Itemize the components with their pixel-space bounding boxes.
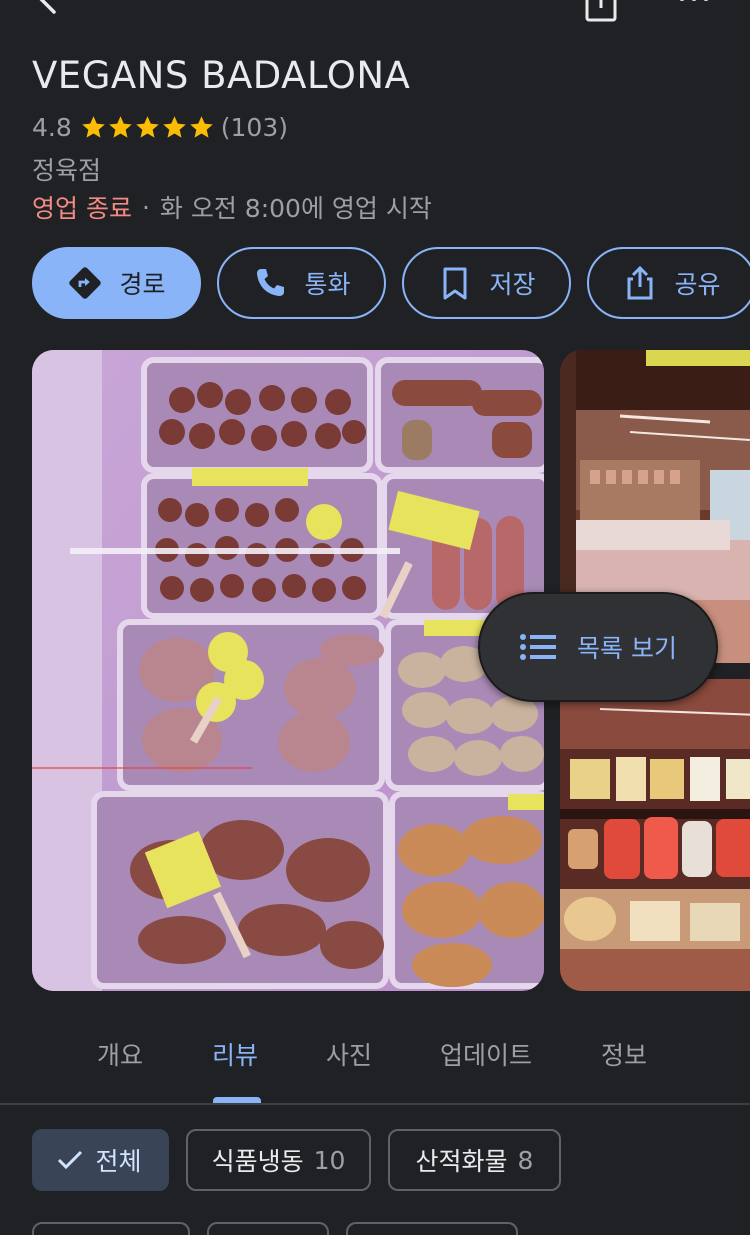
tab-bar: 개요 리뷰 사진 업데이트 정보 bbox=[0, 1030, 750, 1104]
tab-overview[interactable]: 개요 bbox=[97, 1036, 143, 1072]
share-label: 공유 bbox=[674, 270, 721, 299]
tab-reviews[interactable]: 리뷰 bbox=[212, 1036, 258, 1072]
status-closed: 영업 종료 bbox=[32, 194, 132, 223]
directions-icon bbox=[69, 267, 102, 299]
separator-dot: · bbox=[141, 192, 150, 222]
directions-label: 경로 bbox=[119, 270, 166, 299]
filter-chip-all[interactable]: 전체 bbox=[32, 1129, 169, 1191]
filter-chip-count: 10 bbox=[313, 1145, 346, 1175]
star-icon bbox=[82, 116, 105, 138]
tab-photos[interactable]: 사진 bbox=[326, 1036, 372, 1072]
place-title: VEGANS BADALONA bbox=[32, 54, 411, 97]
star-rating bbox=[80, 114, 215, 141]
share-icon bbox=[627, 265, 653, 300]
star-icon bbox=[190, 116, 213, 138]
tab-updates[interactable]: 업데이트 bbox=[440, 1036, 532, 1072]
review-filter-chips: 전체 식품냉동 10 산적화물 8 bbox=[32, 1129, 561, 1191]
hours-row[interactable]: 영업 종료 · 화 오전 8:00에 영업 시작 bbox=[32, 189, 432, 225]
filter-chip[interactable] bbox=[346, 1222, 518, 1235]
photo-cheese-display[interactable] bbox=[560, 679, 750, 991]
filter-chip-frozen-food[interactable]: 식품냉동 10 bbox=[186, 1129, 371, 1191]
rating-value: 4.8 bbox=[32, 113, 72, 142]
filter-chip-label: 전체 bbox=[95, 1147, 142, 1176]
bookmark-icon bbox=[443, 267, 467, 300]
filter-chip-count: 8 bbox=[517, 1145, 534, 1175]
filter-chip-label: 산적화물 bbox=[415, 1147, 508, 1176]
tabs-divider bbox=[0, 1103, 750, 1105]
star-icon bbox=[163, 116, 186, 138]
list-view-label: 목록 보기 bbox=[577, 634, 677, 663]
call-button[interactable]: 통화 bbox=[217, 247, 386, 319]
filter-chip-bulk-cargo[interactable]: 산적화물 8 bbox=[388, 1129, 561, 1191]
back-icon[interactable] bbox=[28, 0, 68, 18]
share-icon[interactable] bbox=[584, 0, 618, 22]
directions-button[interactable]: 경로 bbox=[32, 247, 201, 319]
share-button[interactable]: 공유 bbox=[587, 247, 750, 319]
save-button[interactable]: 저장 bbox=[402, 247, 571, 319]
list-view-button[interactable]: 목록 보기 bbox=[478, 592, 718, 702]
phone-icon bbox=[257, 269, 285, 296]
place-category: 정육점 bbox=[32, 156, 102, 185]
filter-chip[interactable] bbox=[207, 1222, 329, 1235]
review-count: (103) bbox=[220, 113, 288, 142]
list-icon bbox=[520, 634, 557, 660]
call-label: 통화 bbox=[304, 270, 351, 299]
action-buttons: 경로 통화 저장 공유 bbox=[32, 247, 750, 319]
rating-row[interactable]: 4.8 (103) bbox=[32, 113, 288, 142]
more-icon[interactable] bbox=[676, 0, 712, 6]
tab-about[interactable]: 정보 bbox=[601, 1036, 647, 1072]
filter-chip-label: 식품냉동 bbox=[211, 1147, 304, 1176]
star-icon bbox=[136, 116, 159, 138]
top-bar bbox=[0, 0, 750, 40]
filter-chip[interactable] bbox=[32, 1222, 190, 1235]
review-filter-chips-row2 bbox=[32, 1222, 518, 1235]
star-icon bbox=[109, 116, 132, 138]
photo-freezer-display[interactable] bbox=[32, 350, 544, 991]
opening-time: 화 오전 8:00에 영업 시작 bbox=[159, 194, 432, 223]
save-label: 저장 bbox=[489, 270, 536, 299]
check-icon bbox=[58, 1150, 83, 1170]
